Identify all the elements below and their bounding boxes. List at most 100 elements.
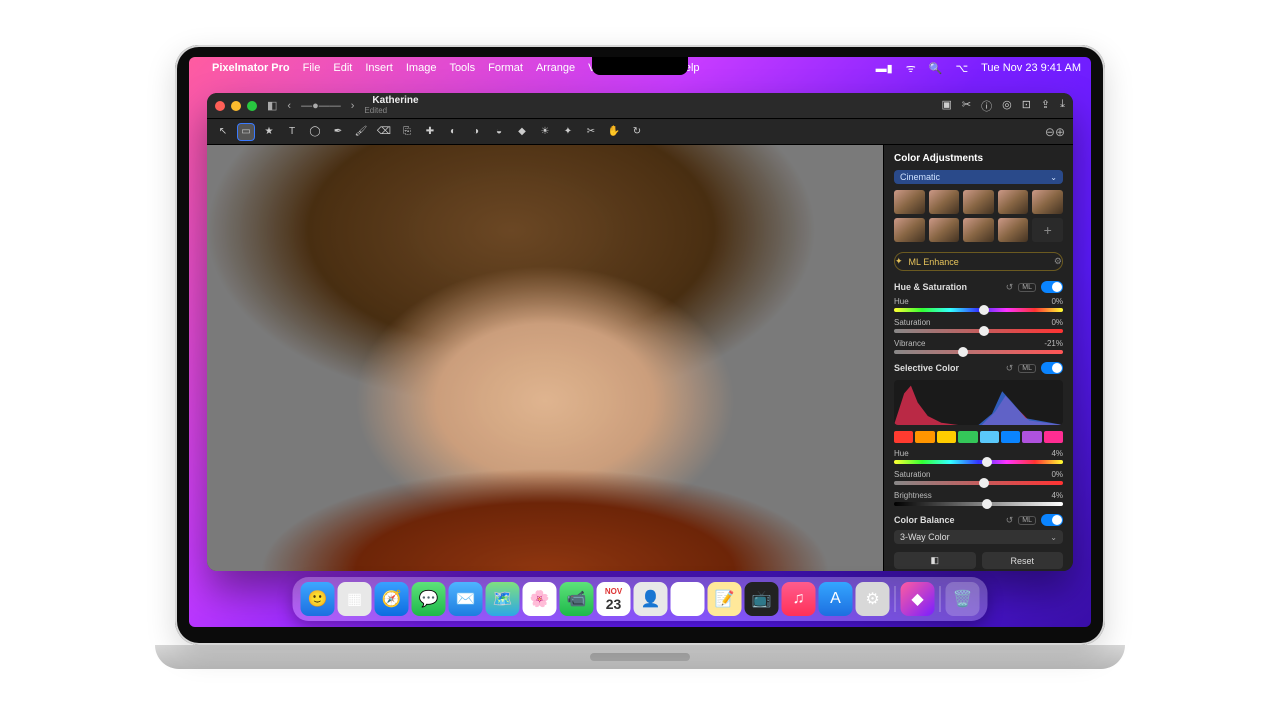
spotlight-icon[interactable]: 🔍 — [929, 62, 943, 75]
zoom-slider-icon[interactable]: —●—— — [301, 100, 341, 112]
dock-mail[interactable]: ✉️ — [449, 582, 483, 616]
dock-launchpad[interactable]: ▦ — [338, 582, 372, 616]
tool-erase[interactable]: ⌫ — [376, 124, 392, 140]
dock-notes[interactable]: 📝 — [708, 582, 742, 616]
preset-thumb[interactable] — [998, 190, 1029, 214]
color-swatch[interactable] — [915, 431, 934, 443]
dock-trash[interactable]: 🗑️ — [946, 582, 980, 616]
menubar-app-name[interactable]: Pixelmator Pro — [212, 62, 290, 74]
saturation-slider[interactable] — [894, 329, 1063, 333]
tool-pen[interactable]: ✒︎ — [330, 124, 346, 140]
color-balance-mode-select[interactable]: 3-Way Color ⌄ — [894, 530, 1063, 544]
layers-icon[interactable]: ▣ — [941, 98, 951, 114]
tool-clone[interactable]: ⎘ — [399, 124, 415, 140]
zoom-indicator[interactable]: ⊖⊕ — [1045, 125, 1065, 139]
tool-rect-select[interactable]: ▭ — [238, 124, 254, 140]
close-button[interactable] — [215, 101, 225, 111]
menu-tools[interactable]: Tools — [449, 62, 475, 74]
color-swatch[interactable] — [894, 431, 913, 443]
color-swatch[interactable] — [1022, 431, 1041, 443]
tool-blur3[interactable]: ◒ — [491, 124, 507, 140]
dock-photos[interactable]: 🌸 — [523, 582, 557, 616]
tool-rotate[interactable]: ↻ — [629, 124, 645, 140]
menubar-clock[interactable]: Tue Nov 23 9:41 AM — [981, 62, 1081, 74]
dock-pixelmator[interactable]: ◆ — [901, 582, 935, 616]
tool-star[interactable]: ★ — [261, 124, 277, 140]
reset-icon[interactable]: ↺ — [1006, 282, 1014, 293]
menu-insert[interactable]: Insert — [365, 62, 393, 74]
tool-text[interactable]: T — [284, 124, 300, 140]
menu-format[interactable]: Format — [488, 62, 523, 74]
ml-badge[interactable]: ML — [1018, 516, 1036, 525]
tool-light[interactable]: ✦ — [560, 124, 576, 140]
menu-arrange[interactable]: Arrange — [536, 62, 575, 74]
section-toggle[interactable] — [1041, 281, 1063, 293]
dock-appstore[interactable]: A — [819, 582, 853, 616]
dock-reminders[interactable]: ☑︎ — [671, 582, 705, 616]
preset-thumb[interactable] — [963, 218, 994, 242]
section-toggle[interactable] — [1041, 514, 1063, 526]
section-toggle[interactable] — [1041, 362, 1063, 374]
preset-dropdown[interactable]: Cinematic ⌄ — [894, 170, 1063, 184]
color-swatch[interactable] — [980, 431, 999, 443]
color-swatch[interactable] — [1044, 431, 1063, 443]
dock-messages[interactable]: 💬 — [412, 582, 446, 616]
menu-image[interactable]: Image — [406, 62, 437, 74]
reset-icon[interactable]: ↺ — [1006, 363, 1014, 374]
compare-button[interactable]: ◧ — [894, 552, 976, 569]
reset-button[interactable]: Reset — [982, 552, 1064, 569]
adjust-icon[interactable]: ◎ — [1002, 98, 1012, 114]
gear-icon[interactable]: ⚙︎ — [1054, 256, 1062, 267]
tool-crop[interactable]: ✂︎ — [583, 124, 599, 140]
ml-enhance-button[interactable]: ✦ ML Enhance ⚙︎ — [894, 252, 1063, 271]
dock-tv[interactable]: 📺 — [745, 582, 779, 616]
battery-icon[interactable]: ▬▮ — [876, 62, 893, 75]
dock-maps[interactable]: 🗺️ — [486, 582, 520, 616]
tool-brush[interactable]: 🖌 — [353, 124, 369, 140]
dock-facetime[interactable]: 📹 — [560, 582, 594, 616]
color-swatch[interactable] — [937, 431, 956, 443]
nav-back-icon[interactable]: ‹ — [287, 100, 291, 112]
control-center-icon[interactable]: ⌥ — [955, 62, 968, 75]
preset-thumb[interactable] — [1032, 190, 1063, 214]
presets-icon[interactable]: ⊡ — [1022, 98, 1031, 114]
tool-heal[interactable]: ✚ — [422, 124, 438, 140]
reset-icon[interactable]: ↺ — [1006, 515, 1014, 526]
color-swatch[interactable] — [1001, 431, 1020, 443]
preset-thumb[interactable] — [894, 218, 925, 242]
tool-blur2[interactable]: ◑ — [468, 124, 484, 140]
preset-thumb[interactable] — [963, 190, 994, 214]
preset-thumb[interactable] — [894, 190, 925, 214]
tool-arrow[interactable]: ↖ — [215, 124, 231, 140]
dock-safari[interactable]: 🧭 — [375, 582, 409, 616]
sidebar-toggle-icon[interactable]: ◧ — [267, 99, 277, 112]
minimize-button[interactable] — [231, 101, 241, 111]
sc-sat-slider[interactable] — [894, 481, 1063, 485]
tool-blur1[interactable]: ◐ — [445, 124, 461, 140]
preset-thumb[interactable] — [998, 218, 1029, 242]
dock-contacts[interactable]: 👤 — [634, 582, 668, 616]
color-swatch[interactable] — [958, 431, 977, 443]
export-icon[interactable]: ⤓ — [1060, 98, 1065, 114]
vibrance-slider[interactable] — [894, 350, 1063, 354]
nav-fwd-icon[interactable]: › — [351, 100, 355, 112]
dock-settings[interactable]: ⚙︎ — [856, 582, 890, 616]
ml-badge[interactable]: ML — [1018, 283, 1036, 292]
preset-thumb[interactable] — [929, 218, 960, 242]
tool-sharpen[interactable]: ◆ — [514, 124, 530, 140]
dock-finder[interactable]: 🙂 — [301, 582, 335, 616]
canvas[interactable] — [207, 145, 883, 571]
tool-shape[interactable]: ◯ — [307, 124, 323, 140]
tool-hand[interactable]: ✋ — [606, 124, 622, 140]
dock-calendar[interactable]: NOV23 — [597, 582, 631, 616]
ml-badge[interactable]: ML — [1018, 364, 1036, 373]
sc-brightness-slider[interactable] — [894, 502, 1063, 506]
add-preset-button[interactable]: + — [1032, 218, 1063, 242]
tool-exposure[interactable]: ☀︎ — [537, 124, 553, 140]
preset-thumb[interactable] — [929, 190, 960, 214]
crop-icon[interactable]: ✂︎ — [962, 98, 971, 114]
dock-music[interactable]: ♫ — [782, 582, 816, 616]
zoom-button[interactable] — [247, 101, 257, 111]
info-icon[interactable]: ⓘ — [981, 98, 992, 114]
menu-edit[interactable]: Edit — [333, 62, 352, 74]
